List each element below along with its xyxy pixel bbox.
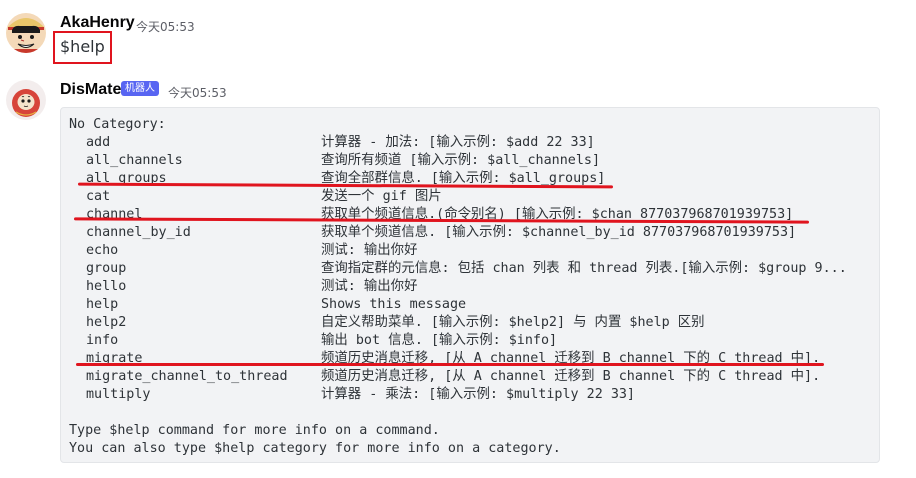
command-row: all_channels 查询所有频道 [输入示例: $all_channels] xyxy=(86,152,876,170)
command-description: 输出 bot 信息. [输入示例: $info] xyxy=(321,333,558,348)
command-description: 自定义帮助菜单. [输入示例: $help2] 与 内置 $help 区别 xyxy=(321,315,705,330)
command-name: echo xyxy=(86,243,119,258)
command-name: help2 xyxy=(86,315,127,330)
command-name: help xyxy=(86,297,119,312)
daruma-avatar-icon[interactable] xyxy=(6,80,46,120)
command-row: channel_by_id 获取单个频道信息. [输入示例: $channel_b… xyxy=(86,224,876,242)
annotation-underline-migrate xyxy=(76,363,824,366)
command-name: migrate_channel_to_thread xyxy=(86,369,288,384)
command-description: 计算器 - 乘法: [输入示例: $multiply 22 33] xyxy=(321,387,635,402)
command-row: info 输出 bot 信息. [输入示例: $info] xyxy=(86,332,876,350)
command-description: 测试: 输出你好 xyxy=(321,279,418,294)
command-name: cat xyxy=(86,189,111,204)
code-footer-2: You can also type $help category for mor… xyxy=(69,441,561,456)
code-footer-1: Type $help command for more info on a co… xyxy=(69,423,440,438)
command-row: migrate_channel_to_thread 频道历史消息迁移, [从 A … xyxy=(86,368,876,386)
luffy-avatar-icon[interactable] xyxy=(6,13,46,53)
username[interactable]: AkaHenry xyxy=(60,14,135,32)
command-row: multiply 计算器 - 乘法: [输入示例: $multiply 22 33… xyxy=(86,386,876,404)
command-name: channel xyxy=(86,207,143,222)
command-row: hello 测试: 输出你好 xyxy=(86,278,876,296)
command-row: help2 自定义帮助菜单. [输入示例: $help2] 与 内置 $help … xyxy=(86,314,876,332)
command-name: channel_by_id xyxy=(86,225,191,240)
command-name: group xyxy=(86,261,127,276)
command-row: cat 发送一个 gif 图片 xyxy=(86,188,876,206)
highlight-box xyxy=(53,31,112,64)
command-name: multiply xyxy=(86,387,151,402)
command-description: 发送一个 gif 图片 xyxy=(321,189,442,204)
command-row: help Shows this message xyxy=(86,296,876,314)
command-description: 频道历史消息迁移, [从 A channel 迁移到 B channel 下的 … xyxy=(321,369,821,384)
command-name: info xyxy=(86,333,119,348)
command-description: 测试: 输出你好 xyxy=(321,243,418,258)
command-description: 获取单个频道信息. [输入示例: $channel_by_id 87703796… xyxy=(321,225,797,240)
command-name: add xyxy=(86,135,111,150)
message-timestamp: 今天05:53 xyxy=(136,20,195,34)
bot-badge: 机器人 xyxy=(121,81,159,96)
command-description: 查询指定群的元信息: 包括 chan 列表 和 thread 列表.[输入示例:… xyxy=(321,261,847,276)
command-row: group 查询指定群的元信息: 包括 chan 列表 和 thread 列表.[… xyxy=(86,260,876,278)
command-description: Shows this message xyxy=(321,297,467,312)
command-description: 计算器 - 加法: [输入示例: $add 22 33] xyxy=(321,135,595,150)
code-header: No Category: xyxy=(69,117,166,132)
command-row: echo 测试: 输出你好 xyxy=(86,242,876,260)
command-name: hello xyxy=(86,279,127,294)
command-description: 查询所有频道 [输入示例: $all_channels] xyxy=(321,153,601,168)
command-name: all_channels xyxy=(86,153,183,168)
command-row: add 计算器 - 加法: [输入示例: $add 22 33] xyxy=(86,134,876,152)
username[interactable]: DisMate xyxy=(60,81,121,99)
message-timestamp: 今天05:53 xyxy=(168,86,227,100)
code-block: No Category: add 计算器 - 加法: [输入示例: $add 22 … xyxy=(60,107,880,463)
